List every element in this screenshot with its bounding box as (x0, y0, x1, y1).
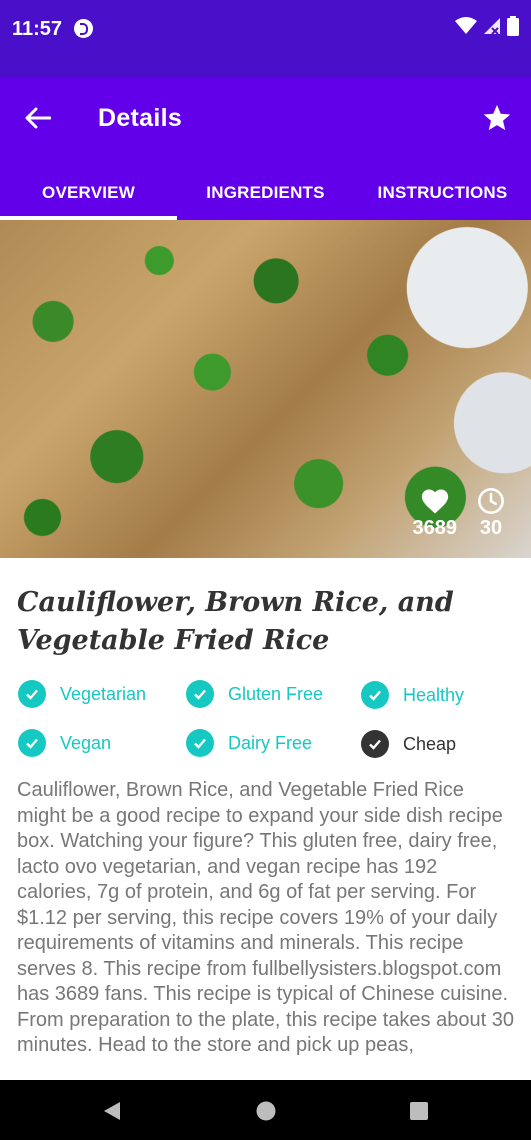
time-stat: 30 (477, 487, 505, 540)
overview-content: Cauliflower, Brown Rice, and Vegetable F… (0, 558, 531, 1080)
battery-icon (507, 16, 519, 36)
heart-icon (421, 489, 448, 514)
tag-healthy: Healthy (361, 681, 464, 709)
check-icon (361, 681, 389, 709)
recipe-image: 3689 30 (0, 220, 531, 558)
tab-instructions[interactable]: INSTRUCTIONS (354, 166, 531, 220)
likes-count: 3689 (412, 517, 458, 539)
arrow-back-icon (25, 107, 51, 129)
favorite-button[interactable] (477, 98, 517, 138)
page-title: Details (98, 104, 183, 132)
back-button[interactable] (20, 100, 56, 136)
status-bar: 11:57 (0, 0, 531, 78)
nav-back-icon[interactable] (101, 1100, 123, 1122)
tag-label: Healthy (403, 684, 465, 705)
check-icon (18, 680, 46, 708)
status-indicators (455, 16, 519, 36)
check-icon (18, 729, 46, 757)
clock-icon (478, 488, 504, 514)
tag-vegetarian: Vegetarian (18, 680, 146, 708)
nav-recents-icon[interactable] (408, 1100, 430, 1122)
tag-label: Dairy Free (228, 732, 313, 753)
recipe-title: Cauliflower, Brown Rice, and Vegetable F… (17, 587, 454, 656)
tab-overview[interactable]: OVERVIEW (0, 166, 177, 220)
likes-stat: 3689 (412, 487, 458, 540)
tag-label: Gluten Free (228, 683, 324, 704)
wifi-icon (455, 17, 477, 34)
tab-bar: OVERVIEW INGREDIENTS INSTRUCTIONS (0, 166, 531, 220)
recipe-stats: 3689 30 (413, 487, 506, 540)
tag-vegan: Vegan (18, 729, 111, 757)
check-icon (186, 729, 214, 757)
recipe-summary: Cauliflower, Brown Rice, and Vegetable F… (17, 779, 514, 1056)
tag-label: Vegan (60, 732, 112, 753)
time-minutes: 30 (479, 517, 503, 539)
tag-gluten-free: Gluten Free (186, 680, 323, 708)
tag-dairy-free: Dairy Free (186, 729, 312, 757)
tag-label: Cheap (403, 733, 457, 754)
app-notification-icon (74, 19, 93, 38)
tag-label: Vegetarian (60, 683, 147, 704)
tag-cheap: Cheap (361, 730, 456, 758)
system-nav-bar (0, 1080, 531, 1140)
star-icon (483, 104, 511, 131)
nav-home-icon[interactable] (255, 1100, 277, 1122)
check-icon (186, 680, 214, 708)
status-time: 11:57 (12, 18, 63, 40)
app-bar: Details OVERVIEW INGREDIENTS INSTRUCTION… (0, 78, 531, 220)
signal-icon (484, 18, 500, 35)
tab-ingredients[interactable]: INGREDIENTS (177, 166, 354, 220)
check-icon (361, 730, 389, 758)
